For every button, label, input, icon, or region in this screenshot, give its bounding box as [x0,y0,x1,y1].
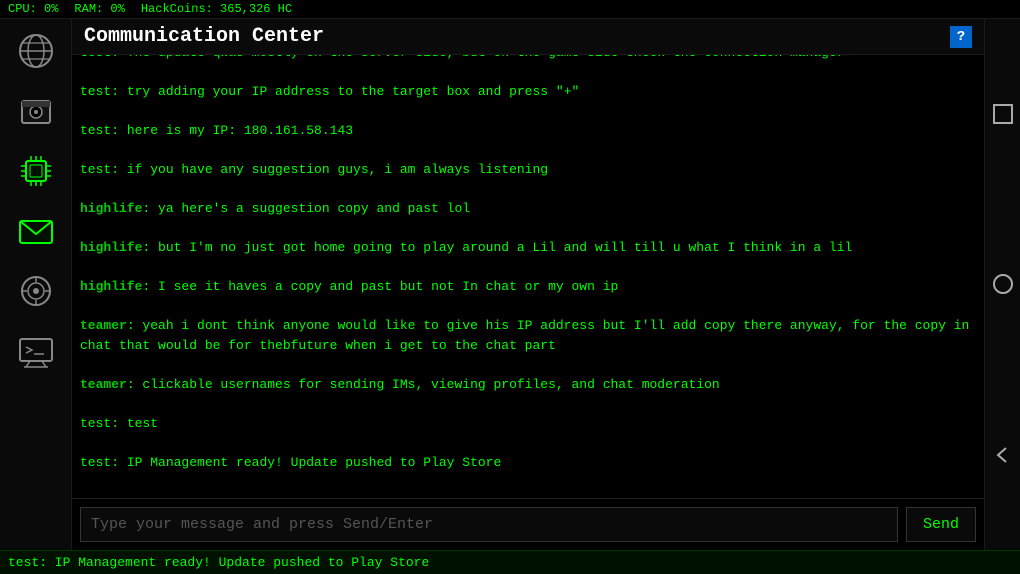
chat-text: : yeah i dont think anyone would like to… [80,318,969,353]
chat-message: test: test [80,414,976,434]
chat-message: test: if you have any suggestion guys, i… [80,160,976,180]
disk-icon[interactable] [8,83,64,139]
email-icon[interactable] [8,203,64,259]
chat-username[interactable]: teamer [80,377,127,392]
comm-header: Communication Center ? [72,19,984,55]
back-icon[interactable] [989,441,1017,469]
chip-icon[interactable] [8,143,64,199]
send-button[interactable]: Send [906,507,976,542]
globe-icon[interactable] [8,23,64,79]
chat-text: : try adding your IP address to the targ… [111,84,579,99]
chat-username[interactable]: highlife [80,279,142,294]
center-area: Communication Center ? test: New update … [72,19,984,550]
main-layout: Communication Center ? test: New update … [0,19,1020,550]
square-icon[interactable] [989,100,1017,128]
chat-username[interactable]: test [80,416,111,431]
chat-text: : test [111,416,158,431]
bottom-status-bar: test: IP Management ready! Update pushed… [0,550,1020,574]
chat-message: test: IP Management ready! Update pushed… [80,453,976,473]
ram-stat: RAM: 0% [74,2,124,16]
chat-username[interactable]: teamer [80,318,127,333]
chat-text: : if you have any suggestion guys, i am … [111,162,548,177]
chat-message: test: The update qwas mostly on the serv… [80,55,976,63]
bottom-status-text: test: IP Management ready! Update pushed… [8,555,429,570]
chat-text: : but I'm no just got home going to play… [142,240,852,255]
cpu-stat: CPU: 0% [8,2,58,16]
chat-text: : I see it haves a copy and past but not… [142,279,618,294]
comm-center-title: Communication Center [84,25,324,48]
chat-message: teamer: yeah i dont think anyone would l… [80,316,976,355]
target-icon[interactable] [8,263,64,319]
chat-text: : clickable usernames for sending IMs, v… [127,377,720,392]
chat-text: : here is my IP: 180.161.58.143 [111,123,353,138]
input-area: Send [72,498,984,550]
chat-username[interactable]: test [80,55,111,60]
chat-username[interactable]: highlife [80,240,142,255]
right-sidebar [984,19,1020,550]
chat-text: : ya here's a suggestion copy and past l… [142,201,470,216]
circle-icon[interactable] [989,270,1017,298]
hackcoins-stat: HackCoins: 365,326 HC [141,2,292,16]
chat-text: : The update qwas mostly on the server s… [111,55,844,60]
chat-username[interactable]: test [80,455,111,470]
terminal-icon[interactable] [8,323,64,379]
chat-message: teamer: clickable usernames for sending … [80,375,976,395]
chat-username[interactable]: highlife [80,201,142,216]
chat-username[interactable]: test [80,84,111,99]
chat-area[interactable]: test: New update uploaded to play store.… [72,55,984,498]
chat-message: test: here is my IP: 180.161.58.143 [80,121,976,141]
chat-message: highlife: ya here's a suggestion copy an… [80,199,976,219]
chat-message: test: try adding your IP address to the … [80,82,976,102]
status-bar: CPU: 0% RAM: 0% HackCoins: 365,326 HC [0,0,1020,19]
chat-username[interactable]: test [80,123,111,138]
chat-username[interactable]: test [80,162,111,177]
message-input[interactable] [80,507,898,542]
left-sidebar [0,19,72,550]
chat-text: : IP Management ready! Update pushed to … [111,455,501,470]
chat-message: highlife: but I'm no just got home going… [80,238,976,258]
chat-message: highlife: I see it haves a copy and past… [80,277,976,297]
help-button[interactable]: ? [950,26,972,48]
